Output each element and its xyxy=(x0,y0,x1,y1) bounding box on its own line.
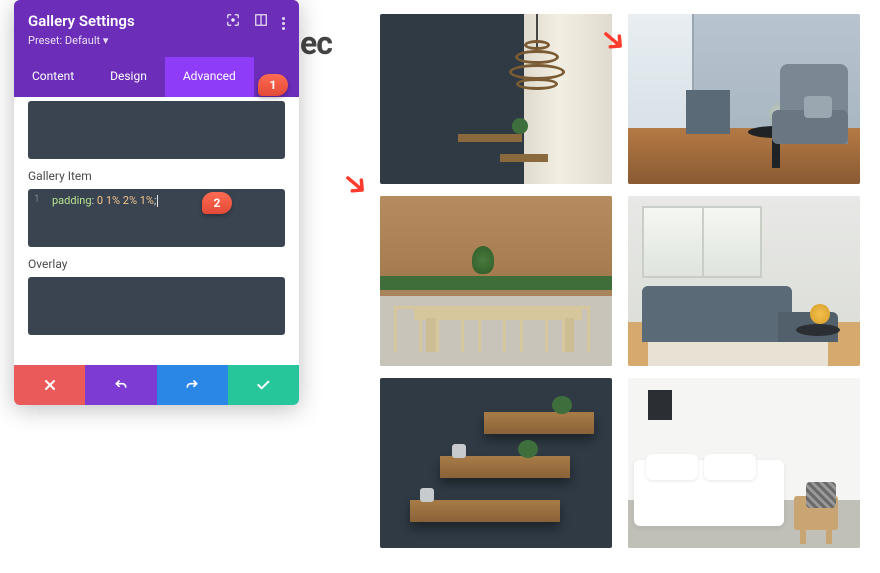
tab-advanced[interactable]: Advanced xyxy=(165,57,254,97)
save-button[interactable] xyxy=(228,365,299,405)
callout-badge-1: 1 xyxy=(258,74,288,96)
cancel-button[interactable] xyxy=(14,365,85,405)
gallery-settings-panel: Gallery Settings Preset: Default ▾ Conte… xyxy=(14,0,299,405)
split-view-icon[interactable] xyxy=(254,13,268,30)
undo-button[interactable] xyxy=(85,365,156,405)
gallery-tile-5[interactable] xyxy=(380,378,612,548)
gallery-tile-4[interactable] xyxy=(628,196,860,366)
tab-content[interactable]: Content xyxy=(14,57,92,97)
panel-header: Gallery Settings Preset: Default ▾ xyxy=(14,0,299,57)
header-icon-group xyxy=(226,13,285,30)
gallery-grid xyxy=(380,14,860,548)
panel-title: Gallery Settings xyxy=(28,12,135,30)
callout-badge-2: 2 xyxy=(202,192,232,214)
code-editor-top[interactable] xyxy=(28,101,285,159)
preset-selector[interactable]: Preset: Default ▾ xyxy=(28,34,285,47)
panel-body: Gallery Item 1 padding: 0 1% 2% 1%; Over… xyxy=(14,97,299,365)
gallery-tile-6[interactable] xyxy=(628,378,860,548)
background-text-fragment: ec xyxy=(300,24,332,62)
gallery-tile-3[interactable] xyxy=(380,196,612,366)
section-label-overlay: Overlay xyxy=(28,257,285,271)
focus-icon[interactable] xyxy=(226,13,240,30)
panel-tabs: Content Design Advanced xyxy=(14,57,299,97)
tab-design[interactable]: Design xyxy=(92,57,165,97)
gallery-tile-1[interactable] xyxy=(380,14,612,184)
panel-action-bar xyxy=(14,365,299,405)
annotation-arrow-mid xyxy=(332,165,375,209)
more-icon[interactable] xyxy=(282,14,285,28)
line-number: 1 xyxy=(34,194,40,205)
redo-button[interactable] xyxy=(157,365,228,405)
gallery-tile-2[interactable] xyxy=(628,14,860,184)
code-editor-gallery-item[interactable]: 1 padding: 0 1% 2% 1%; xyxy=(28,189,285,247)
section-label-gallery-item: Gallery Item xyxy=(28,169,285,183)
code-editor-overlay[interactable] xyxy=(28,277,285,335)
